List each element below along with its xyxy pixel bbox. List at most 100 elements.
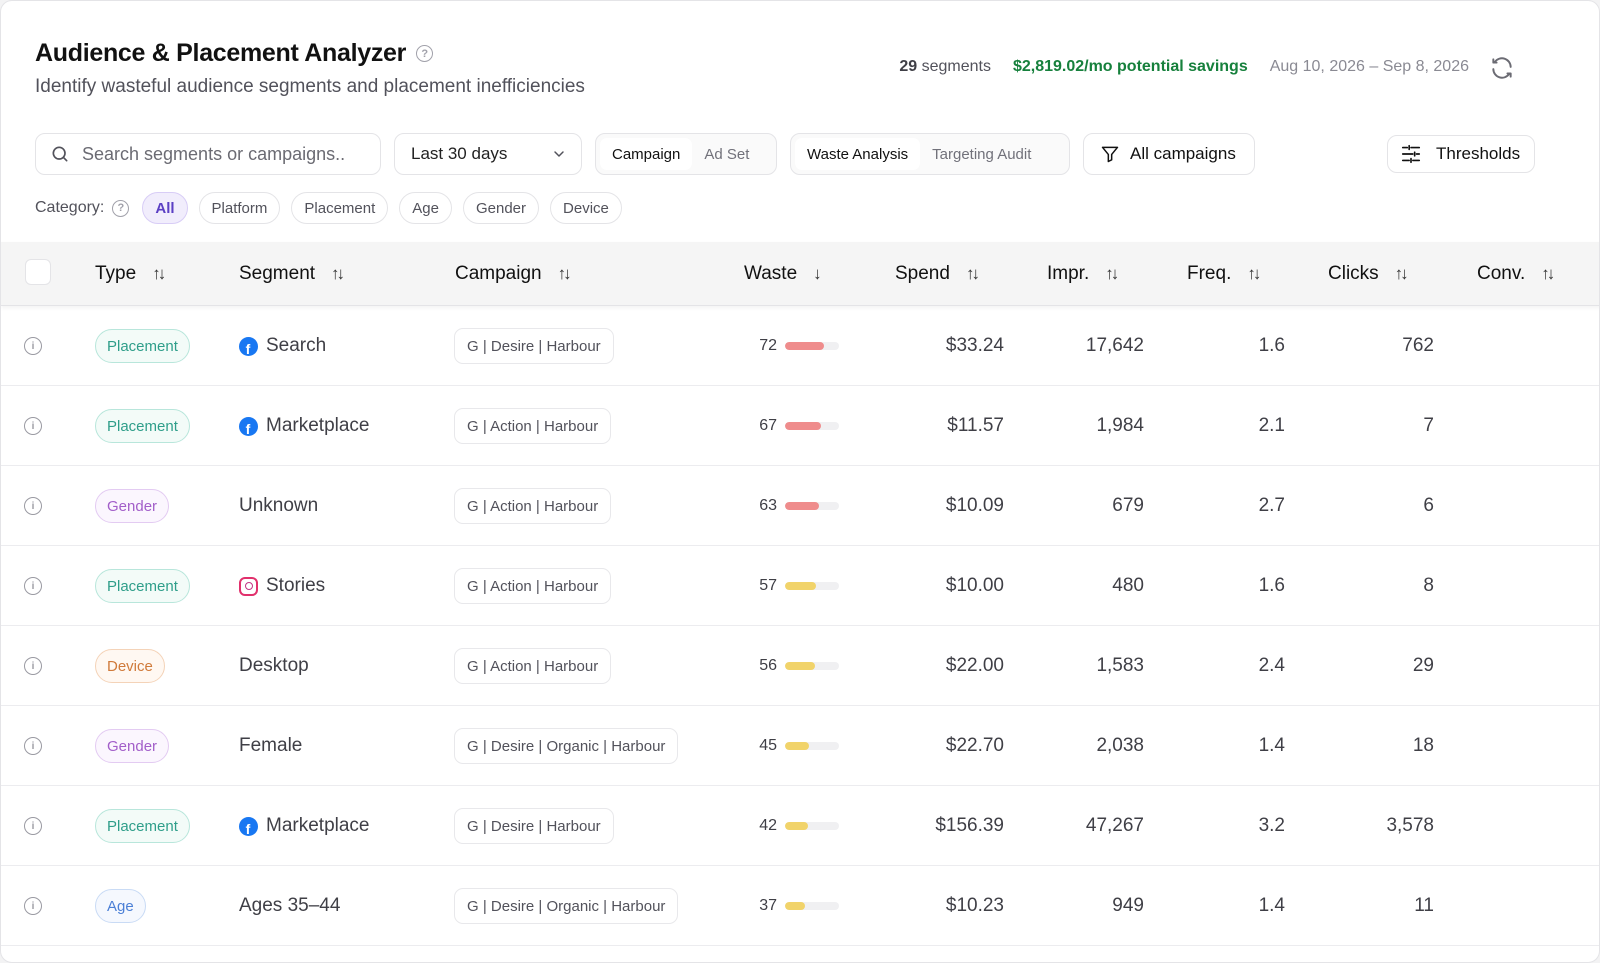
info-icon[interactable]: i (24, 577, 42, 595)
search-input[interactable] (82, 143, 362, 165)
column-header-frequency[interactable]: Freq. ↑↓ (1187, 242, 1261, 306)
sort-icon[interactable]: ↑↓ (966, 264, 980, 284)
table-row[interactable]: i Placement f Marketplace G | Desire | Harbo… (1, 786, 1599, 866)
filter-icon (1101, 146, 1119, 163)
category-help-icon[interactable]: ? (112, 199, 130, 217)
summary-bar: 29 segments $2,819.02/mo potential savin… (899, 58, 1469, 76)
waste-bar-fill (785, 422, 821, 430)
chevron-down-icon (554, 151, 564, 157)
waste-score: 37 (741, 866, 841, 946)
instagram-icon (239, 576, 258, 596)
select-all-checkbox[interactable] (25, 259, 51, 285)
column-header-impressions[interactable]: Impr. ↑↓ (1047, 242, 1119, 306)
column-header-clicks[interactable]: Clicks ↑↓ (1328, 242, 1409, 306)
waste-value: 37 (759, 897, 777, 914)
type-badge: Device (95, 649, 165, 683)
spend-value: $10.09 (945, 495, 1004, 516)
info-icon[interactable]: i (24, 417, 42, 435)
segment-cell: Ages 35–44 (239, 866, 340, 946)
sort-icon[interactable]: ↑↓ (558, 264, 572, 284)
waste-value: 42 (759, 817, 777, 834)
info-icon[interactable]: i (24, 497, 42, 515)
category-chip-age[interactable]: Age (399, 192, 452, 224)
impressions-value: 679 (1112, 495, 1144, 516)
column-header-type[interactable]: Type ↑↓ (95, 242, 166, 306)
sort-icon[interactable]: ↑↓ (1541, 264, 1555, 284)
impressions-value: 480 (1112, 575, 1144, 596)
campaign-tag: G | Action | Harbour (454, 648, 612, 684)
type-badge: Age (95, 889, 146, 923)
segment-cell: f Marketplace (239, 386, 370, 466)
type-badge: Placement (95, 569, 190, 603)
sort-desc-icon[interactable]: ↓ (813, 264, 821, 284)
search-box[interactable] (35, 133, 381, 175)
potential-savings: $2,819.02/mo potential savings (1012, 58, 1248, 75)
category-chip-all[interactable]: All (142, 192, 188, 224)
waste-value: 57 (759, 577, 777, 594)
period-dropdown[interactable]: Last 30 days (394, 133, 582, 175)
impressions-value: 2,038 (1096, 735, 1144, 756)
level-toggle: Campaign Ad Set (595, 133, 777, 175)
waste-bar-fill (785, 902, 805, 910)
level-option-campaign[interactable]: Campaign (600, 138, 693, 170)
waste-score: 56 (741, 626, 841, 706)
waste-bar-fill (785, 662, 815, 670)
category-chip-device[interactable]: Device (550, 192, 622, 224)
page-title: Audience & Placement Analyzer ? (35, 39, 434, 68)
segment-count: 29 segments (899, 58, 991, 75)
thresholds-button[interactable]: Thresholds (1387, 135, 1535, 173)
type-badge: Gender (95, 729, 170, 763)
segment-cell: f Search (239, 306, 326, 386)
column-header-conversions[interactable]: Conv. ↑↓ (1477, 242, 1555, 306)
info-icon[interactable]: i (24, 737, 42, 755)
category-chip-gender[interactable]: Gender (462, 192, 540, 224)
waste-bar (785, 582, 839, 590)
thresholds-label: Thresholds (1436, 144, 1521, 163)
level-option-ad-set[interactable]: Ad Set (692, 138, 761, 170)
category-chip-placement[interactable]: Placement (291, 192, 389, 224)
segment-name: Marketplace (266, 815, 370, 836)
help-icon[interactable]: ? (416, 45, 434, 62)
waste-bar (785, 822, 839, 830)
sort-icon[interactable]: ↑↓ (1247, 264, 1261, 284)
sliders-icon (1401, 144, 1421, 164)
date-range: Aug 10, 2026 – Sep 8, 2026 (1269, 58, 1469, 75)
type-badge: Placement (95, 409, 190, 443)
table-row[interactable]: i Gender Unknown G | Action | Harbour 63 $10.… (1, 466, 1599, 546)
info-icon[interactable]: i (24, 817, 42, 835)
impressions-value: 47,267 (1085, 815, 1144, 836)
column-header-segment[interactable]: Segment ↑↓ (239, 242, 345, 306)
period-value: Last 30 days (411, 144, 508, 163)
table-row[interactable]: i Age Ages 35–44 G | Desire | Organic | Har… (1, 866, 1599, 946)
view-toggle: Waste Analysis Targeting Audit (790, 133, 1070, 175)
segment-cell: Female (239, 706, 302, 786)
campaign-tag: G | Action | Harbour (454, 488, 612, 524)
column-header-waste[interactable]: Waste ↓ (744, 242, 821, 306)
table-row[interactable]: i Placement f Marketplace G | Action | Harbo… (1, 386, 1599, 466)
table-row[interactable]: i Placement f Search G | Desire | Harbour 72 $… (1, 306, 1599, 386)
clicks-value: 8 (1423, 575, 1434, 596)
info-icon[interactable]: i (24, 657, 42, 675)
column-header-campaign[interactable]: Campaign ↑↓ (455, 242, 572, 306)
segment-cell: f Marketplace (239, 786, 370, 866)
column-header-spend[interactable]: Spend ↑↓ (895, 242, 980, 306)
view-option-waste-analysis[interactable]: Waste Analysis (795, 138, 921, 170)
info-icon[interactable]: i (24, 897, 42, 915)
spend-value: $10.00 (945, 575, 1004, 596)
table-row[interactable]: i Gender Female G | Desire | Organic | Harb… (1, 706, 1599, 786)
sort-icon[interactable]: ↑↓ (1105, 264, 1119, 284)
category-filter: Category: ? All Platform Placement Age G… (35, 192, 622, 224)
campaign-tag: G | Action | Harbour (454, 408, 612, 444)
table-row[interactable]: i Placement Stories G | Action | Harbour 57 $… (1, 546, 1599, 626)
refresh-icon[interactable] (1489, 55, 1515, 81)
category-chip-platform[interactable]: Platform (198, 192, 281, 224)
campaign-filter-button[interactable]: All campaigns (1083, 133, 1255, 175)
table-row[interactable]: i Device Desktop G | Action | Harbour 56 $22.… (1, 626, 1599, 706)
info-icon[interactable]: i (24, 337, 42, 355)
view-option-targeting-audit[interactable]: Targeting Audit (920, 138, 1043, 170)
sort-icon[interactable]: ↑↓ (331, 264, 345, 284)
sort-icon[interactable]: ↑↓ (152, 264, 166, 284)
sort-icon[interactable]: ↑↓ (1395, 264, 1409, 284)
type-badge: Placement (95, 329, 190, 363)
search-icon (52, 146, 68, 162)
